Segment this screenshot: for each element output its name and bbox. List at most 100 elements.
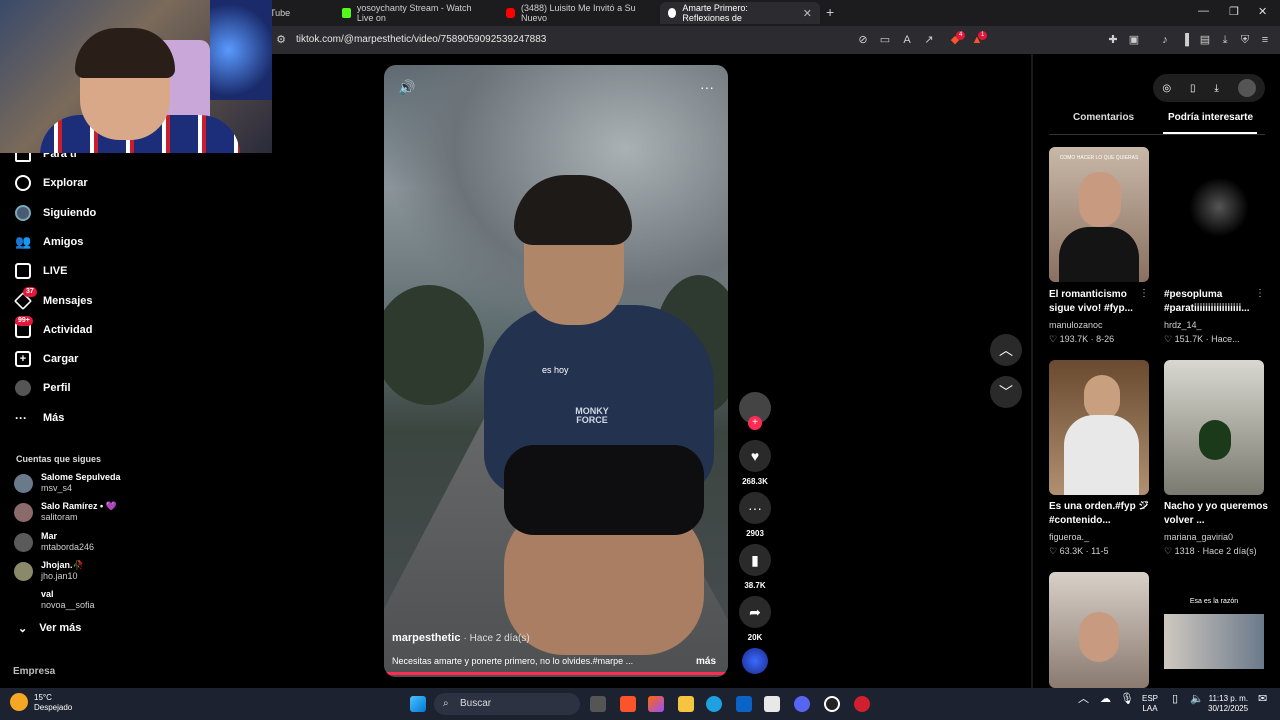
video-thumbnail[interactable] <box>1049 360 1149 495</box>
nav-mas[interactable]: ··· Más <box>15 408 64 428</box>
see-more-button[interactable]: ⌄ Ver más <box>18 622 81 635</box>
weather-widget[interactable]: 15°C Despejado <box>10 693 72 713</box>
site-settings-icon[interactable]: ⚙ <box>274 33 288 47</box>
network-tray-icon[interactable]: ☁ <box>1100 694 1111 705</box>
music-icon[interactable]: ♪ <box>1158 33 1172 47</box>
nav-siguiendo[interactable]: Siguiendo <box>15 203 96 223</box>
comment-button[interactable]: ··· 2903 <box>738 492 772 538</box>
outlook-icon[interactable] <box>736 696 752 712</box>
card-author[interactable]: mariana_gaviria0 <box>1164 531 1268 543</box>
follow-plus-icon[interactable]: + <box>748 416 762 430</box>
video-author[interactable]: marpesthetic · Hace 2 día(s) <box>392 632 530 644</box>
vpn-icon[interactable]: ⛨ <box>1238 33 1252 47</box>
previous-video-button[interactable]: ︿ <box>990 334 1022 366</box>
video-progress-bar[interactable] <box>384 672 728 675</box>
nav-cargar[interactable]: + Cargar <box>15 349 78 369</box>
nav-mensajes[interactable]: 37 Mensajes <box>13 287 93 311</box>
music-disc-button[interactable] <box>738 648 772 674</box>
bookmark-icon: ▮ <box>739 544 771 576</box>
sidebar-toggle-icon[interactable]: ▐ <box>1178 33 1192 47</box>
video-thumbnail[interactable] <box>1164 147 1264 282</box>
following-item[interactable]: val novoa__sofia <box>14 589 95 611</box>
share-icon[interactable]: ↗ <box>922 33 936 47</box>
extensions-icon[interactable]: ✚ <box>1106 33 1120 47</box>
nav-actividad[interactable]: 99+ Actividad <box>15 316 93 340</box>
language-indicator[interactable]: ESP LAA <box>1142 694 1158 714</box>
card-author[interactable]: manulozanoc <box>1049 319 1153 331</box>
nav-amigos[interactable]: 👥 Amigos <box>15 232 83 252</box>
video-player[interactable]: MONKY FORCE es hoy 🔊 ··· marpesthetic · … <box>384 65 728 677</box>
download-icon[interactable]: ⤓ <box>1218 33 1232 47</box>
volume-tray-icon[interactable]: 🔈 <box>1190 694 1204 705</box>
card-author[interactable]: hrdz_14_ <box>1164 319 1268 331</box>
store-icon[interactable] <box>764 696 780 712</box>
tiktok-icon <box>668 8 677 18</box>
tray-overflow-icon[interactable]: ︿ <box>1078 694 1089 705</box>
close-tab-icon[interactable]: ✕ <box>803 7 812 20</box>
tab-comentarios[interactable]: Comentarios <box>1073 112 1134 123</box>
app-icon[interactable] <box>854 696 870 712</box>
card-author[interactable]: figueroa._ <box>1049 531 1153 543</box>
tab-kick[interactable]: yosoychanty Stream - Watch Live on <box>334 2 494 24</box>
card-more-icon[interactable]: ⋮ <box>1255 288 1265 299</box>
restore-icon[interactable]: ❐ <box>1229 5 1239 18</box>
taskbar-search[interactable]: ⌕ Buscar <box>434 693 580 715</box>
description-more-button[interactable]: más <box>696 656 716 667</box>
compass-icon[interactable]: ◎ <box>1162 83 1171 94</box>
brave-icon[interactable] <box>620 696 636 712</box>
company-link[interactable]: Empresa <box>13 666 55 677</box>
tab-youtube-2[interactable]: (3488) Luisito Me Invitó a Su Nuevo <box>498 2 658 24</box>
edge-icon[interactable] <box>706 696 722 712</box>
following-item[interactable]: Salome Sepulveda msv_s4 <box>14 472 121 494</box>
nav-perfil[interactable]: Perfil <box>15 378 71 398</box>
minimize-icon[interactable]: — <box>1198 5 1209 17</box>
file-explorer-icon[interactable] <box>678 696 694 712</box>
activity-badge: 99+ <box>15 316 33 326</box>
card-title[interactable]: #pesopluma #paratiiiiiiiiiiiiiiiii... <box>1164 288 1268 316</box>
tab-tiktok[interactable]: Amarte Primero: Reflexiones de ✕ <box>660 2 820 24</box>
card-more-icon[interactable]: ⋮ <box>1139 288 1149 299</box>
cast-icon[interactable]: ▭ <box>878 33 892 47</box>
nav-explorar[interactable]: Explorar <box>15 173 88 193</box>
avatar[interactable] <box>1237 79 1256 97</box>
steam-icon[interactable] <box>824 696 840 712</box>
wallet-icon[interactable]: ▤ <box>1198 33 1212 47</box>
volume-icon[interactable]: 🔊 <box>398 79 415 96</box>
microphone-icon[interactable]: 🎙 <box>1120 694 1134 705</box>
device-icon[interactable]: ▯ <box>1190 83 1196 94</box>
more-options-icon[interactable]: ··· <box>700 79 714 95</box>
notification-icon[interactable]: ✉ <box>1258 694 1267 705</box>
next-video-button[interactable]: ﹀ <box>990 376 1022 408</box>
card-more-icon[interactable]: ⋮ <box>1139 500 1149 511</box>
translate-icon[interactable]: A <box>900 33 914 47</box>
task-view-icon[interactable] <box>590 696 606 712</box>
url-text[interactable]: tiktok.com/@marpesthetic/video/758905909… <box>296 34 546 45</box>
windows-start-icon[interactable] <box>410 696 426 712</box>
no-camera-icon[interactable]: ⊘ <box>856 33 870 47</box>
download-icon[interactable]: ⤓ <box>1214 83 1218 94</box>
screenshot-icon[interactable]: ▣ <box>1127 33 1141 47</box>
following-item[interactable]: Mar mtaborda246 <box>14 531 94 553</box>
video-thumbnail[interactable]: Esa es la razón <box>1164 572 1264 688</box>
nav-live[interactable]: LIVE <box>15 261 67 281</box>
save-button[interactable]: ▮ 38.7K <box>738 544 772 590</box>
close-window-icon[interactable]: ✕ <box>1258 5 1267 18</box>
clock[interactable]: 11:13 p. m. 30/12/2025 <box>1208 694 1248 714</box>
following-item[interactable]: Salo Ramírez • 💜 salitoram <box>14 501 117 523</box>
video-thumbnail[interactable] <box>1164 360 1264 495</box>
following-item[interactable]: Jhojan.🥀 jho.jan10 <box>14 560 84 582</box>
card-title[interactable]: El romanticismo sigue vivo! #fyp... <box>1049 288 1153 316</box>
card-title[interactable]: Nacho y yo queremos volver ... <box>1164 500 1268 528</box>
discord-icon[interactable] <box>794 696 810 712</box>
new-tab-button[interactable]: + <box>826 4 834 20</box>
like-button[interactable]: ♥ 268.3K <box>738 440 772 486</box>
copilot-icon[interactable] <box>648 696 664 712</box>
tab-podria-interesarte[interactable]: Podría interesarte <box>1168 112 1253 123</box>
card-title[interactable]: Es una orden.#fyp ジ #contenido... <box>1049 500 1153 528</box>
menu-icon[interactable]: ≡ <box>1258 33 1272 47</box>
creator-avatar-button[interactable]: + <box>738 392 772 430</box>
share-button[interactable]: ➦ 20K <box>738 596 772 642</box>
video-thumbnail[interactable] <box>1049 572 1149 688</box>
video-thumbnail[interactable]: COMO HACER LO QUE QUIERAS <box>1049 147 1149 282</box>
wifi-icon[interactable]: ▯ <box>1172 694 1178 705</box>
